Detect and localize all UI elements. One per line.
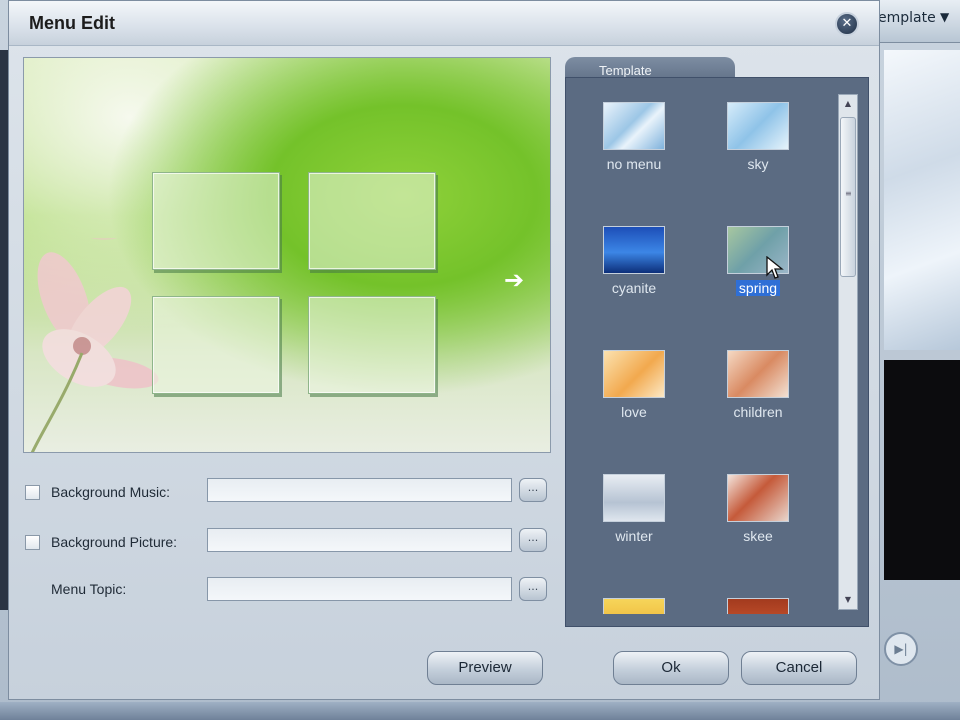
template-partial-thumbnail-2 [727,598,789,614]
background-picture-field[interactable] [207,528,512,552]
template-cyanite-thumbnail [603,226,665,274]
scroll-grip-icon: ≡ [845,189,852,198]
background-template-menu-label[interactable]: emplate [878,10,936,26]
dialog-title: Menu Edit [29,13,115,33]
template-item-label-text: spring [735,280,781,296]
template-item-label: sky [747,156,769,172]
background-picture-browse-button[interactable]: ... [519,528,547,552]
background-picture-checkbox[interactable] [25,535,40,550]
template-skee-thumbnail [727,474,789,522]
template-item-skee[interactable]: skee [698,464,818,574]
menu-thumbnail-4[interactable] [308,296,436,394]
template-no-menu-thumbnail [603,102,665,150]
template-children-thumbnail [727,350,789,398]
template-love-thumbnail [603,350,665,398]
menu-thumbnail-2[interactable] [308,172,436,270]
template-item-cyanite[interactable]: cyanite [574,216,694,326]
next-page-arrow-icon[interactable]: ➔ [504,266,524,294]
background-music-browse-button[interactable]: ... [519,478,547,502]
dialog-titlebar[interactable]: Menu Edit ✕ [9,1,879,46]
template-item-label: children [733,404,783,420]
template-list: no menu sky cyanite spring love children [574,92,830,614]
cancel-button[interactable]: Cancel [741,651,857,685]
background-music-checkbox[interactable] [25,485,40,500]
scroll-up-arrow-icon[interactable]: ▲ [839,95,857,113]
menu-thumbnail-3[interactable] [152,296,280,394]
template-item-label: love [621,404,647,420]
template-item-winter[interactable]: winter [574,464,694,574]
template-partial-thumbnail-1 [603,598,665,614]
scrollbar-thumb[interactable]: ≡ [840,117,856,277]
template-item-label: no menu [606,156,662,172]
template-item-love[interactable]: love [574,340,694,450]
background-video-area [884,360,960,580]
template-item-partial-2[interactable] [698,588,818,614]
template-item-sky[interactable]: sky [698,92,818,202]
menu-thumbnail-1[interactable] [152,172,280,270]
template-item-label: winter [615,528,653,544]
template-item-spring[interactable]: spring [698,216,818,326]
close-icon[interactable]: ✕ [835,12,859,36]
dropdown-arrow-icon[interactable]: ▼ [940,10,949,24]
template-winter-thumbnail [603,474,665,522]
background-bottom-bar [0,702,960,720]
menu-topic-label: Menu Topic: [51,581,127,597]
template-item-label: cyanite [611,280,657,296]
preview-button[interactable]: Preview [427,651,543,685]
background-music-label: Background Music: [51,484,171,500]
tab-template-label: Template [599,63,652,78]
template-item-label-selected: spring [698,280,818,296]
template-item-no-menu[interactable]: no menu [574,92,694,202]
template-panel: no menu sky cyanite spring love children [565,77,869,627]
background-picture-label: Background Picture: [51,534,178,550]
menu-edit-dialog: Menu Edit ✕ ➔ Background Music: ... Back… [8,0,880,700]
template-item-children[interactable]: children [698,340,818,450]
menu-topic-field[interactable] [207,577,512,601]
menu-preview: ➔ [23,57,551,453]
scroll-down-arrow-icon[interactable]: ▼ [839,591,857,609]
mouse-cursor-icon [766,256,784,279]
play-icon[interactable]: ▶| [884,632,918,666]
ok-button[interactable]: Ok [613,651,729,685]
menu-topic-browse-button[interactable]: ... [519,577,547,601]
template-scrollbar[interactable]: ▲ ≡ ▼ [838,94,858,610]
background-music-field[interactable] [207,478,512,502]
template-sky-thumbnail [727,102,789,150]
template-item-label: skee [743,528,773,544]
template-item-partial-1[interactable] [574,588,694,614]
background-preview-strip [884,50,960,350]
